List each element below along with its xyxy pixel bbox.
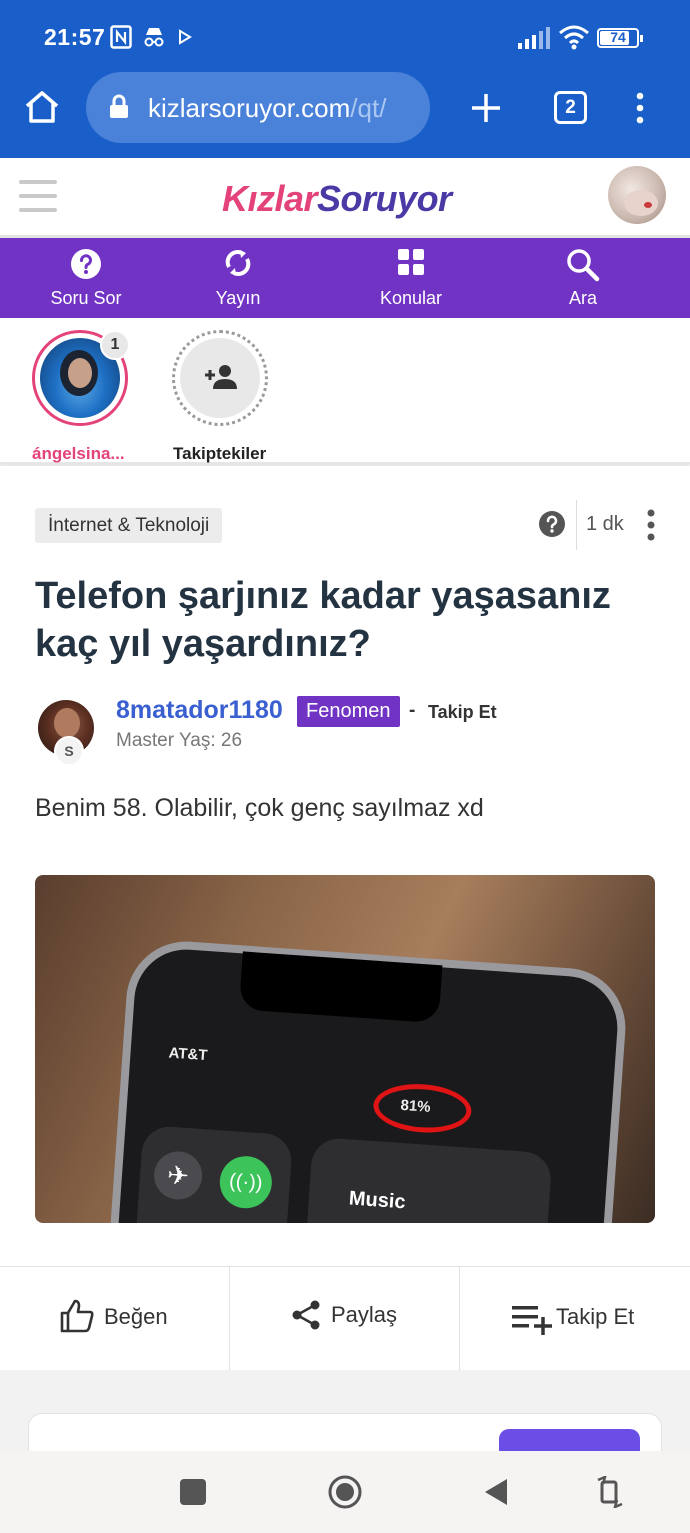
follow-question-button[interactable]: Takip Et [460,1267,690,1371]
control-tile-connectivity: ✈ ((·)) [132,1124,294,1223]
url-text[interactable]: kizlarsoruyor.com/qt/ [148,93,386,124]
story-name: Takiptekiler [173,444,267,463]
follow-author-link[interactable]: Takip Et [428,702,497,723]
url-host: kizlarsoruyor.com [148,93,351,123]
status-time: 21:57 [44,24,106,50]
action-label: Takip Et [556,1304,635,1329]
incognito-icon [144,28,164,47]
post-actions: Beğen Paylaş Takip Et [0,1266,690,1371]
battery-level: 74 [610,29,626,45]
menu-icon[interactable] [634,92,646,124]
question-circle-icon [71,249,101,279]
phone-frame: AT&T 81% ✈ ((·)) Music [101,937,630,1223]
control-tile-music: Music [301,1136,553,1223]
author-separator: - [409,700,416,721]
story-name: ángelsina... [32,444,125,463]
site-header: KızlarSoruyor [0,158,690,238]
broadcast-icon [225,250,251,276]
nav-soru-sor[interactable]: Soru Sor [16,238,156,318]
phone-notch [238,951,443,1024]
nav-yayin[interactable]: Yayın [168,238,308,318]
question-body: Benim 58. Olabilir, çok genç sayılmaz xd [35,794,484,822]
tab-switcher-button[interactable]: 2 [554,91,587,124]
address-bar[interactable]: kizlarsoruyor.com/qt/ [86,72,430,143]
nav-konular[interactable]: Konular [341,238,481,318]
story-avatar [172,330,268,426]
author-rank-badge: Fenomen [297,696,400,727]
phone-carrier: AT&T [168,1044,209,1065]
share-button[interactable]: Paylaş [230,1267,459,1371]
add-user-icon [205,365,237,389]
home-circle-icon[interactable] [327,1474,363,1510]
post-image[interactable]: AT&T 81% ✈ ((·)) Music [35,875,655,1223]
nav-label: Konular [379,288,443,308]
question-title: Telefon şarjınız kadar yaşasanız kaç yıl… [35,575,611,665]
playlist-add-icon [512,1306,552,1335]
signal-icon [518,27,550,49]
post-time: 1 dk [586,513,624,535]
action-label: Beğen [104,1304,168,1329]
grid-icon [398,249,424,275]
battery-highlight-circle [371,1080,473,1136]
airplane-icon: ✈ [152,1149,204,1202]
tab-count: 2 [565,97,576,118]
square-icon[interactable] [180,1479,206,1505]
search-icon [567,249,600,282]
like-button[interactable]: Beğen [0,1267,229,1371]
meta-divider [576,500,577,550]
site-logo[interactable]: KızlarSoruyor [222,178,452,220]
new-tab-icon[interactable] [470,92,502,124]
wifi-icon [559,25,589,50]
question-post: İnternet & Teknoloji 1 dk Telefon şarjın… [0,466,690,1266]
nav-ara[interactable]: Ara [513,238,653,318]
music-label: Music [348,1187,407,1214]
question-type-icon [539,511,565,537]
more-options-icon[interactable] [645,508,657,542]
cellular-icon: ((·)) [218,1154,274,1210]
action-label: Paylaş [331,1302,398,1327]
nav-label: Soru Sor [50,288,122,308]
story-count: 1 [110,336,120,353]
share-icon [292,1300,320,1330]
android-nav-bar [0,1451,690,1533]
main-nav: Soru Sor Yayın Konular Ara [0,238,690,318]
nfc-icon [110,25,132,49]
stories-bar: 1 ángelsina... Takiptekiler [0,318,690,464]
url-path: /qt/ [350,93,387,123]
rotate-icon[interactable] [597,1476,623,1508]
back-triangle-icon[interactable] [483,1477,509,1507]
logo-part2: Soruyor [317,178,452,219]
play-icon [179,29,192,45]
story-count-badge: 1 [100,330,130,360]
thumbs-up-icon [60,1299,94,1333]
author-meta: Master Yaş: 26 [116,730,243,751]
hamburger-menu-icon[interactable] [19,178,57,214]
home-icon[interactable] [24,90,60,124]
user-avatar[interactable] [608,166,666,224]
author-level-badge: S [54,736,84,766]
nav-label: Yayın [215,288,261,308]
lock-icon [110,94,128,118]
nav-label: Ara [568,288,597,308]
story-item-following[interactable]: Takiptekiler [170,328,280,464]
logo-part1: Kızlar [222,178,318,219]
story-item[interactable]: 1 ángelsina... [30,328,140,464]
browser-chrome: 21:57 74 kizlarsoruyor.com/qt/ 2 [0,0,690,158]
category-tag[interactable]: İnternet & Teknoloji [35,508,223,543]
author-name[interactable]: 8matador1180 [116,696,283,725]
battery-icon: 74 [597,28,643,48]
